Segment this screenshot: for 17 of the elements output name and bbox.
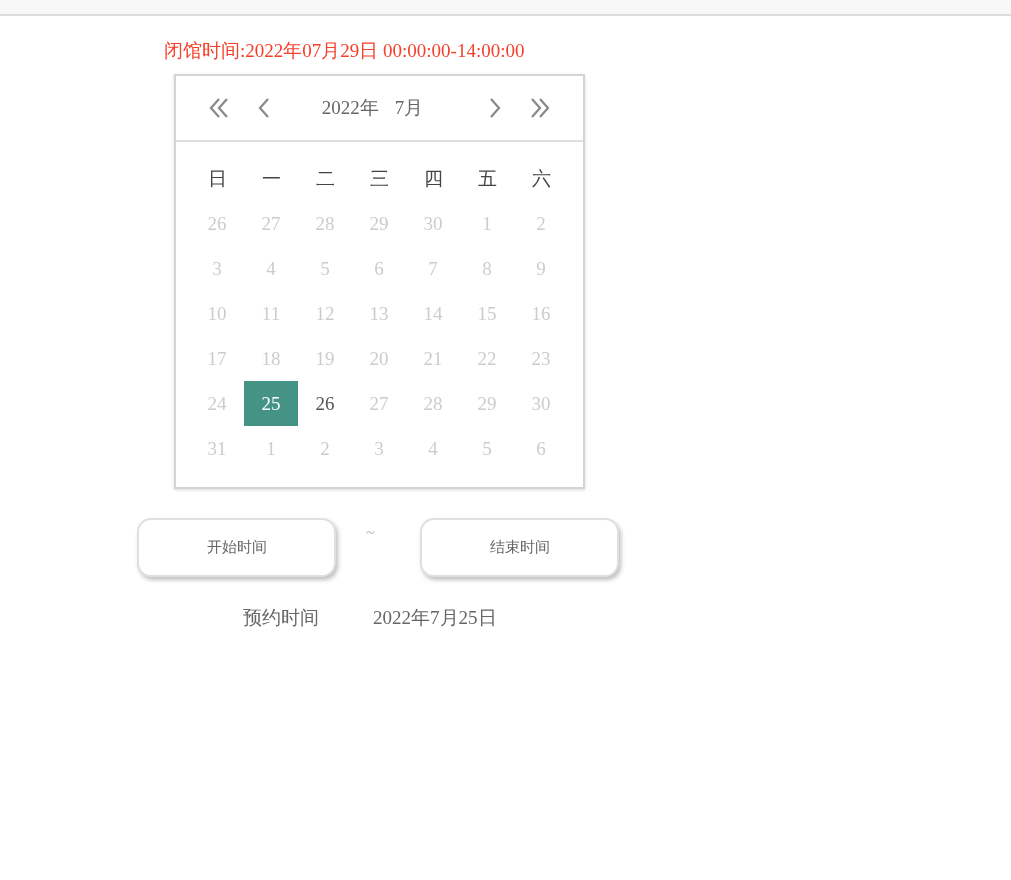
month-label[interactable]: 7月 — [394, 95, 424, 121]
weekday-label: 六 — [530, 166, 552, 191]
weekday-label: 二 — [314, 166, 336, 191]
weekday-label: 日 — [206, 166, 228, 191]
booking-time-label: 预约时间 — [243, 606, 319, 630]
weekday-label: 三 — [368, 166, 390, 191]
closing-time-notice: 闭馆时间:2022年07月29日 00:00:00-14:00:00 — [164, 40, 526, 62]
end-time-button[interactable]: 结束时间 — [420, 518, 619, 577]
weekday-label: 一 — [260, 166, 282, 191]
weekday-label: 五 — [476, 166, 498, 191]
day-cell[interactable]: 25 — [244, 381, 298, 426]
range-separator: ~ — [365, 524, 376, 542]
year-label[interactable]: 2022年 — [321, 95, 379, 121]
weekday-label: 四 — [422, 166, 444, 191]
day-cell[interactable]: 26 — [298, 381, 352, 426]
booking-date-value: 2022年7月25日 — [373, 606, 497, 630]
start-time-button[interactable]: 开始时间 — [137, 518, 336, 577]
